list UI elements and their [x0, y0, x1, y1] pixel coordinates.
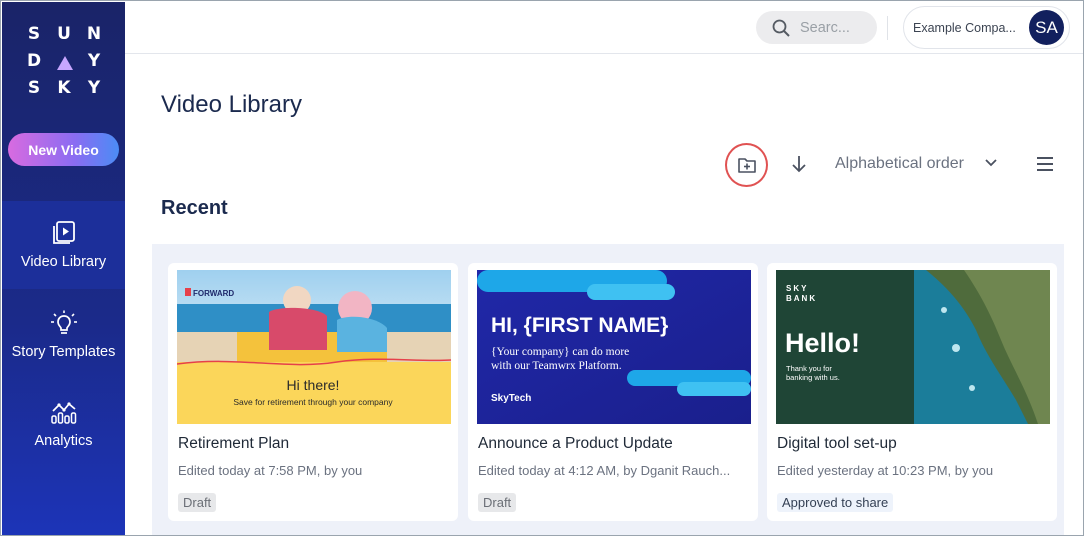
- sort-dropdown[interactable]: Alphabetical order: [835, 155, 964, 173]
- card-meta: Edited yesterday at 10:23 PM, by you: [777, 463, 994, 478]
- video-thumbnail[interactable]: Hi there! Save for retirement through yo…: [177, 270, 451, 424]
- thumbnail-subtext: Save for retirement through your company: [233, 397, 393, 407]
- sidebar-item-analytics[interactable]: Analytics: [2, 380, 125, 468]
- thumbnail-subtext: {Your company} can do more: [491, 346, 629, 358]
- app-window: S U N D Y S K Y New Video Video Library …: [0, 0, 1084, 536]
- card-title[interactable]: Announce a Product Update: [478, 435, 673, 453]
- thumbnail-headline: Hello!: [785, 328, 860, 358]
- card-title[interactable]: Digital tool set-up: [777, 435, 897, 453]
- new-folder-button[interactable]: [725, 143, 768, 187]
- new-video-button[interactable]: New Video: [8, 133, 119, 166]
- search-input[interactable]: [800, 19, 870, 36]
- digital-tool-thumbnail-image: SKY BANK Hello! Thank you for banking wi…: [776, 270, 1050, 424]
- analytics-icon: [50, 402, 76, 424]
- lightbulb-icon: [50, 310, 77, 334]
- account-menu[interactable]: Example Compa... SA: [903, 6, 1070, 49]
- video-thumbnail[interactable]: HI, {FIRST NAME} {Your company} can do m…: [477, 270, 751, 424]
- video-card[interactable]: SKY BANK Hello! Thank you for banking wi…: [767, 263, 1057, 521]
- sidebar-item-label: Story Templates: [11, 344, 116, 360]
- sort-direction-icon[interactable]: [790, 154, 808, 174]
- thumbnail-subtext: with our Teamwrx Platform.: [491, 360, 622, 372]
- video-card[interactable]: Hi there! Save for retirement through yo…: [168, 263, 458, 521]
- thumbnail-headline: Hi there!: [287, 377, 340, 393]
- status-badge: Approved to share: [777, 493, 894, 512]
- thumbnail-brand: BANK: [786, 294, 817, 303]
- thumbnail-headline: HI, {FIRST NAME}: [491, 314, 668, 337]
- video-thumbnail[interactable]: SKY BANK Hello! Thank you for banking wi…: [776, 270, 1050, 424]
- product-update-thumbnail-image: HI, {FIRST NAME} {Your company} can do m…: [477, 270, 751, 424]
- retirement-thumbnail-image: Hi there! Save for retirement through yo…: [177, 270, 451, 424]
- folder-plus-icon: [737, 158, 756, 173]
- list-view-icon[interactable]: [1036, 156, 1054, 172]
- thumbnail-subtext: Thank you for: [786, 364, 832, 373]
- sidebar-item-video-library[interactable]: Video Library: [2, 201, 125, 289]
- status-badge: Draft: [178, 493, 217, 512]
- logo-triangle-icon: [54, 51, 74, 78]
- divider: [887, 16, 888, 40]
- sidebar-item-label: Video Library: [20, 254, 107, 270]
- card-title[interactable]: Retirement Plan: [178, 435, 289, 453]
- section-title-recent: Recent: [161, 197, 228, 219]
- thumbnail-brand: SkyTech: [491, 393, 531, 404]
- sidebar: S U N D Y S K Y New Video Video Library …: [2, 2, 125, 535]
- video-library-icon: [52, 221, 75, 244]
- search-icon: [772, 19, 790, 37]
- video-card[interactable]: HI, {FIRST NAME} {Your company} can do m…: [468, 263, 758, 521]
- search-box[interactable]: [756, 11, 877, 44]
- top-bar: Example Compa... SA: [125, 2, 1083, 54]
- account-name: Example Compa...: [913, 20, 1016, 35]
- thumbnail-brand: SKY: [786, 284, 808, 293]
- status-badge: Draft: [478, 493, 517, 512]
- thumbnail-subtext: banking with us.: [786, 373, 840, 382]
- thumbnail-brand: FORWARD: [193, 289, 234, 298]
- chevron-down-icon[interactable]: [984, 158, 998, 168]
- avatar[interactable]: SA: [1029, 10, 1064, 45]
- card-meta: Edited today at 4:12 AM, by Dganit Rauch…: [478, 463, 731, 478]
- sidebar-item-story-templates[interactable]: Story Templates: [2, 291, 125, 379]
- page-title: Video Library: [161, 91, 302, 118]
- card-meta: Edited today at 7:58 PM, by you: [178, 463, 363, 478]
- sidebar-item-label: Analytics: [34, 433, 93, 449]
- sundaysky-logo[interactable]: S U N D Y S K Y: [24, 24, 104, 105]
